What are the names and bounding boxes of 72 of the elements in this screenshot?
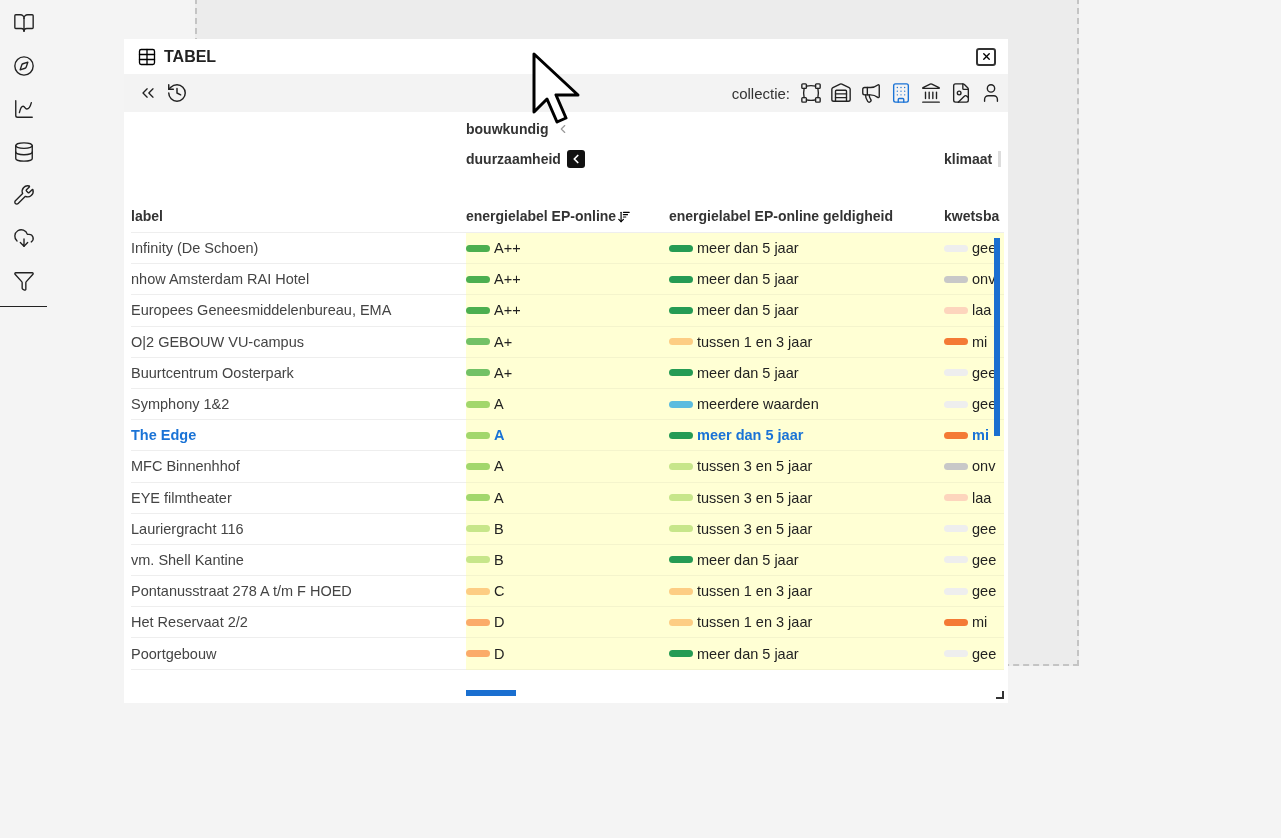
row-label[interactable]: vm. Shell Kantine <box>131 544 466 577</box>
cell-value: gee <box>972 583 997 600</box>
row-label[interactable]: Europees Geneesmiddelenbureau, EMA <box>131 295 466 327</box>
cell-value: meer dan 5 jaar <box>697 302 799 319</box>
row-label[interactable]: nhow Amsterdam RAI Hotel <box>131 264 466 296</box>
close-icon <box>980 51 992 62</box>
row-label[interactable]: Het Reservaat 2/2 <box>131 607 466 639</box>
row-label[interactable]: MFC Binnenhhof <box>131 451 466 483</box>
cell-value: gee <box>972 551 997 568</box>
collection-label: collectie: <box>731 84 790 102</box>
cell-value: A+ <box>494 364 513 381</box>
horizontal-scrollbar-thumb[interactable] <box>466 690 516 696</box>
close-button[interactable] <box>976 47 996 66</box>
resize-handle-icon[interactable] <box>996 691 1004 699</box>
cell-value: onv <box>972 458 996 475</box>
cell-value: mi <box>972 427 989 444</box>
cell-value: A++ <box>494 271 521 288</box>
row-label[interactable]: Lauriergracht 116 <box>131 513 466 545</box>
cell-value: A++ <box>494 302 521 319</box>
cell-value: tussen 1 en 3 jaar <box>697 333 813 350</box>
cell-value: meer dan 5 jaar <box>697 271 799 288</box>
column-header[interactable]: energielabel EP-online geldigheid <box>669 208 894 224</box>
subgroup-header: duurzaamheid <box>466 151 561 167</box>
row-label[interactable]: The Edge <box>131 420 466 452</box>
column-header[interactable]: label <box>131 208 163 224</box>
cell-value: meer dan 5 jaar <box>697 427 804 444</box>
row-label[interactable]: EYE filmtheater <box>131 482 466 514</box>
cell-value: meer dan 5 jaar <box>697 240 799 257</box>
group-header: bouwkundig <box>466 121 549 137</box>
row-label[interactable]: Pontanusstraat 278 A t/m F HOED <box>131 576 466 608</box>
row-label[interactable]: Poortgebouw <box>131 638 466 670</box>
cell-value: B <box>494 551 504 568</box>
cell-value: A <box>494 458 504 475</box>
column-header[interactable]: energielabel EP-online <box>466 208 617 224</box>
cell-value: meerdere waarden <box>697 396 819 413</box>
cell-value: tussen 1 en 3 jaar <box>697 583 813 600</box>
row-label[interactable]: Symphony 1&2 <box>131 388 466 421</box>
cell-value: B <box>494 520 504 537</box>
row-label[interactable]: O|2 GEBOUW VU-campus <box>131 326 466 358</box>
cell-value: gee <box>972 520 997 537</box>
subgroup-header: klimaat <box>944 151 993 167</box>
cell-value: tussen 3 en 5 jaar <box>697 458 813 475</box>
cell-value: D <box>494 614 505 631</box>
column-header[interactable]: kwetsba <box>944 208 1000 224</box>
cell-value: meer dan 5 jaar <box>697 645 799 662</box>
cell-value: A++ <box>494 240 521 257</box>
sort-icon[interactable] <box>617 210 632 224</box>
cell-value: tussen 1 en 3 jaar <box>697 614 813 631</box>
panel-title: TABEL <box>164 47 218 66</box>
cell-value: tussen 3 en 5 jaar <box>697 520 813 537</box>
cell-value: A <box>494 427 505 444</box>
cell-value: A+ <box>494 333 513 350</box>
cell-value: mi <box>972 333 988 350</box>
cell-value: A <box>494 489 504 506</box>
cell-value: tussen 3 en 5 jaar <box>697 489 813 506</box>
cell-value: C <box>494 583 505 600</box>
collapse-chevron-icon[interactable] <box>566 150 585 168</box>
vertical-scrollbar-thumb[interactable] <box>994 238 1000 436</box>
history-icon <box>166 82 188 104</box>
cell-value: D <box>494 645 505 662</box>
cell-value: mi <box>972 614 988 631</box>
cell-value: A <box>494 396 504 413</box>
row-label[interactable]: Buurtcentrum Oosterpark <box>131 357 466 389</box>
cell-value: meer dan 5 jaar <box>697 551 799 568</box>
cell-value: onv <box>972 271 996 288</box>
cell-value: laa <box>972 489 992 506</box>
cell-value: laa <box>972 302 992 319</box>
history-button[interactable] <box>166 82 188 104</box>
row-label[interactable]: Infinity (De Schoen) <box>131 233 466 265</box>
cell-value: gee <box>972 645 997 662</box>
cell-value: meer dan 5 jaar <box>697 364 799 381</box>
table-icon <box>137 46 157 67</box>
